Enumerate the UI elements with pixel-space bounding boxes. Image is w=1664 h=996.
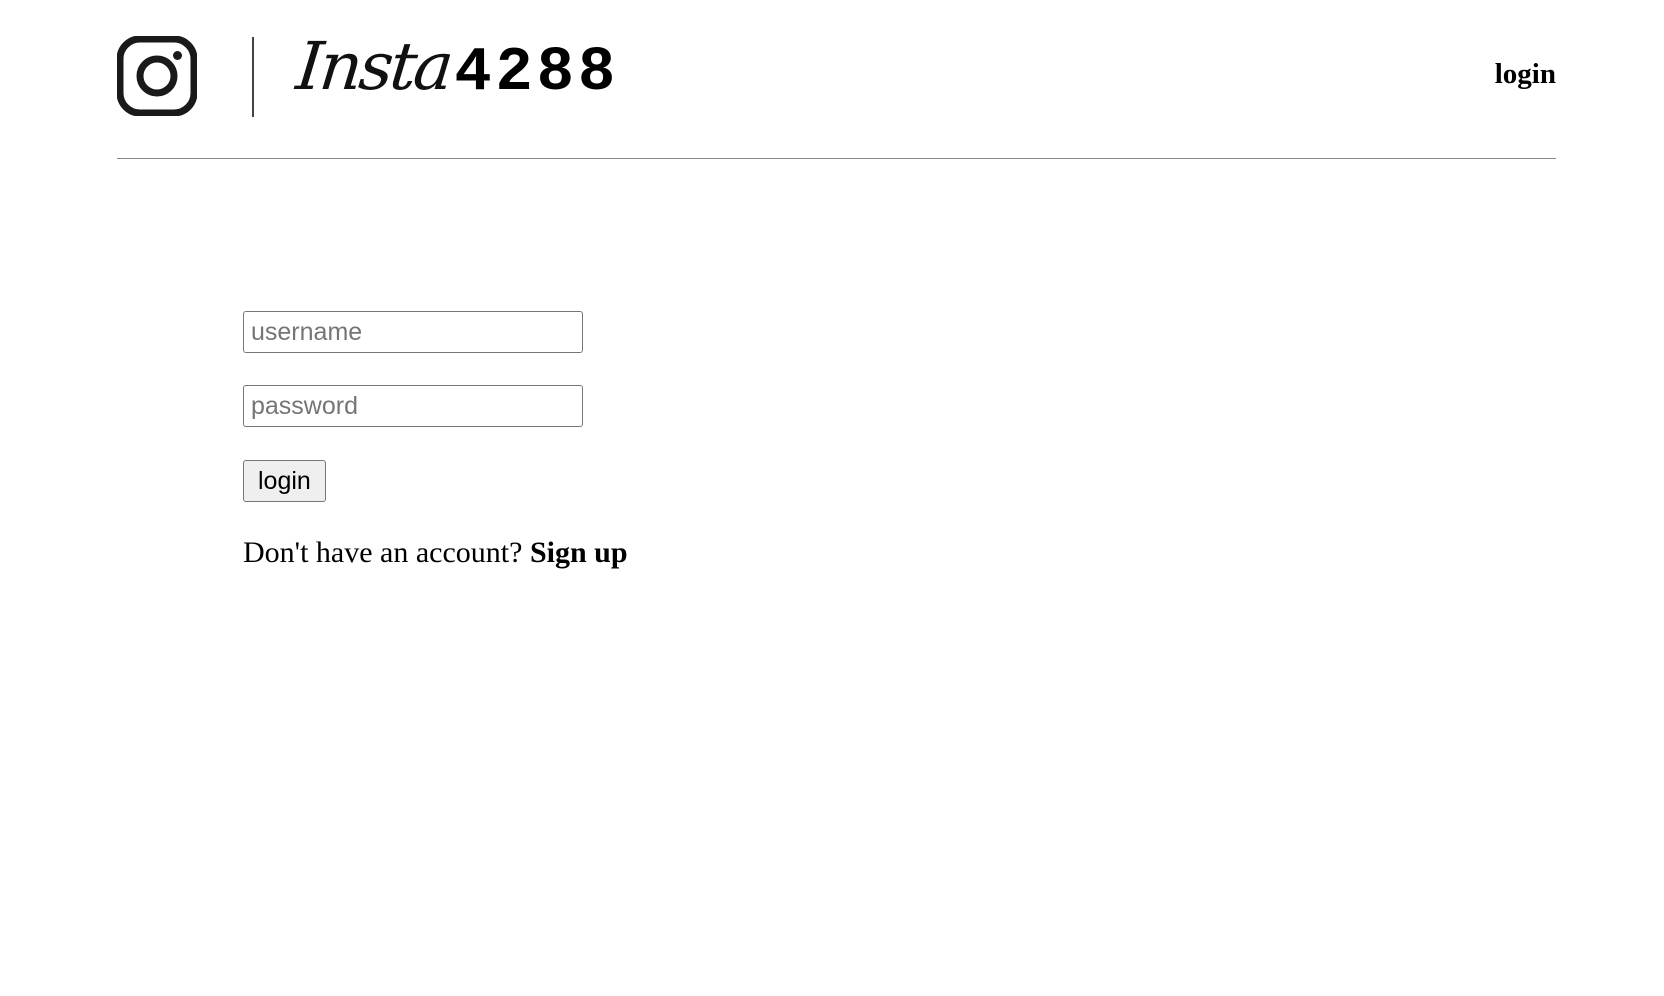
nav-login-link[interactable]: login [1495, 58, 1556, 91]
signup-line: Don't have an account? Sign up [243, 536, 628, 570]
login-button[interactable]: login [243, 460, 326, 502]
site-header: Insta 4288 login [117, 0, 1556, 159]
instagram-camera-icon[interactable] [117, 36, 197, 116]
password-input[interactable] [243, 385, 583, 427]
brand-script-text: Insta [292, 28, 455, 105]
username-input[interactable] [243, 311, 583, 353]
brand-logo[interactable]: Insta 4288 [293, 28, 620, 118]
signup-link[interactable]: Sign up [530, 536, 628, 569]
logo-divider [252, 37, 254, 117]
signup-prompt: Don't have an account? [243, 536, 523, 569]
brand-number-text: 4288 [454, 37, 620, 108]
login-form: login Don't have an account? Sign up [243, 311, 628, 570]
